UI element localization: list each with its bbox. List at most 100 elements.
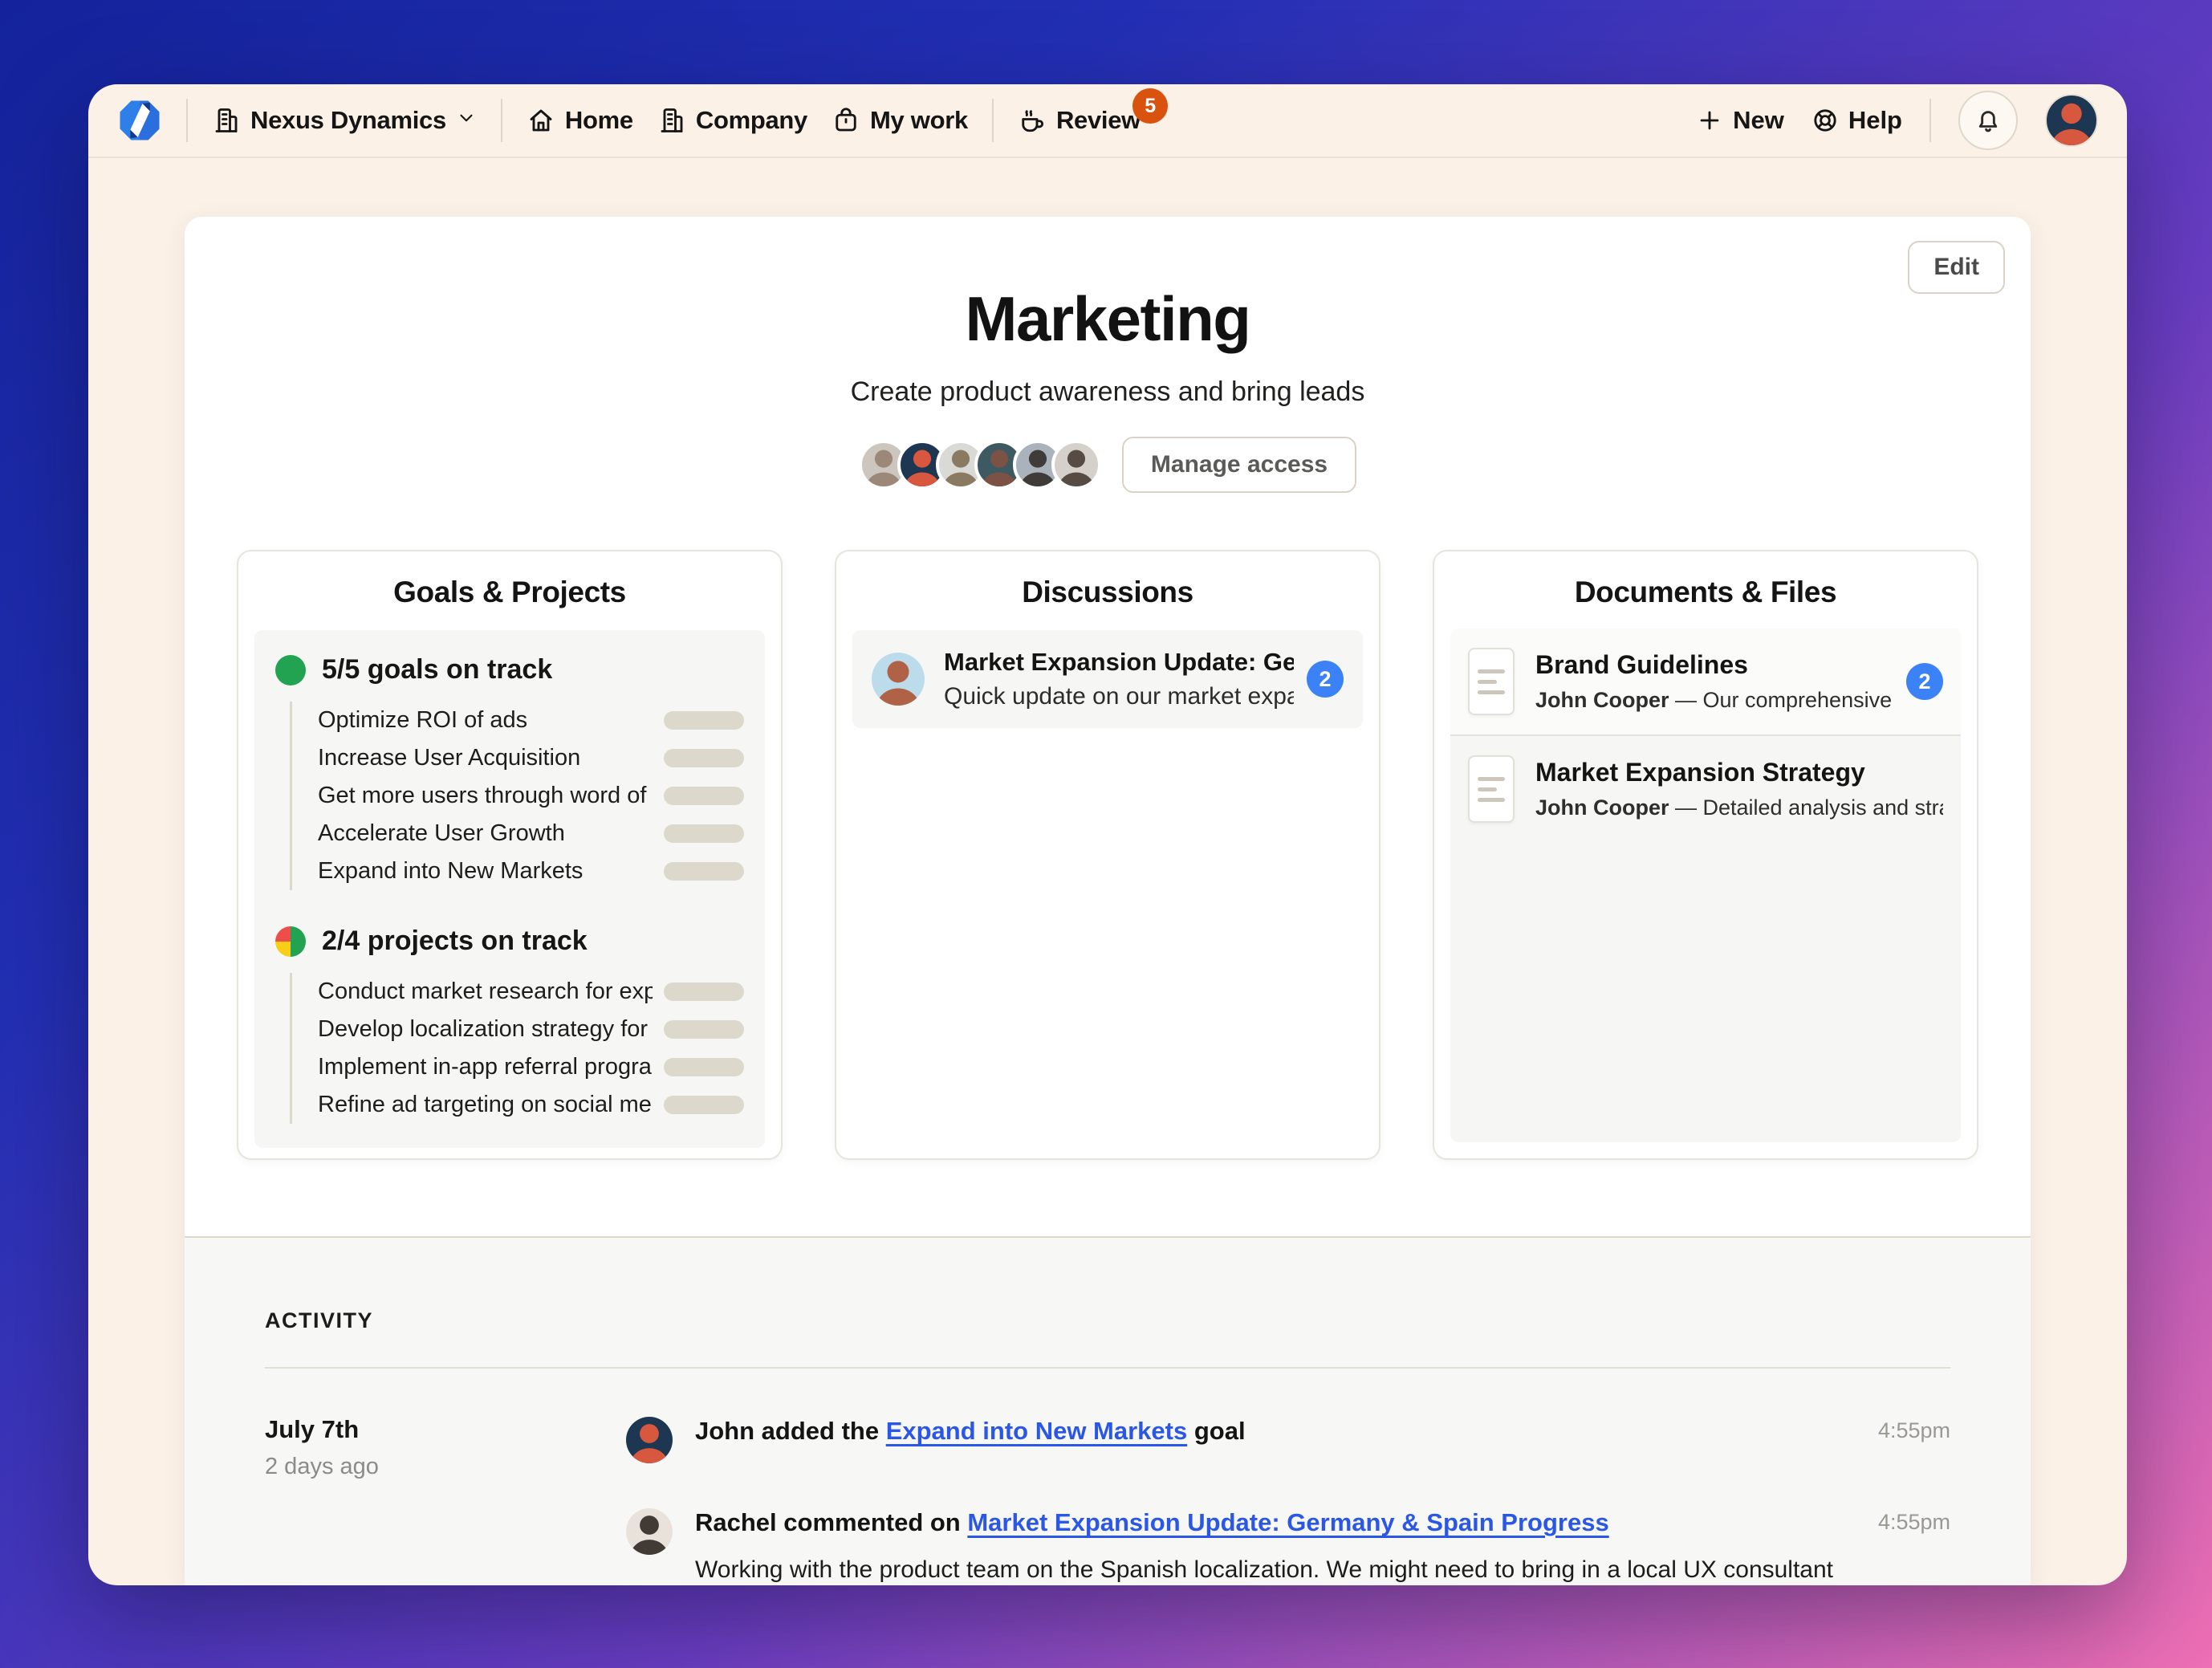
activity-item: Rachel commented on Market Expansion Upd… xyxy=(626,1507,1950,1585)
goal-row[interactable]: Expand into New Markets xyxy=(318,852,744,890)
progress-bar xyxy=(664,824,744,843)
project-label: Implement in-app referral program wit... xyxy=(318,1054,653,1080)
goal-row[interactable]: Accelerate User Growth xyxy=(318,815,744,852)
nav-divider xyxy=(501,99,502,142)
project-label: Develop localization strategy for Span..… xyxy=(318,1016,653,1043)
activity-divider xyxy=(265,1367,1950,1369)
activity-header: ACTIVITY xyxy=(265,1308,1950,1333)
document-item[interactable]: Brand Guidelines John Cooper — Our compr… xyxy=(1450,629,1961,736)
activity-link[interactable]: Market Expansion Update: Germany & Spain… xyxy=(967,1508,1608,1536)
nav-divider xyxy=(186,99,188,142)
goals-projects-title: Goals & Projects xyxy=(238,551,781,609)
review-count-badge: 5 xyxy=(1132,88,1168,124)
top-nav: Nexus Dynamics Home Company xyxy=(88,84,2127,158)
goal-row[interactable]: Optimize ROI of ads xyxy=(318,702,744,739)
discussion-title: Market Expansion Update: Germany & ... xyxy=(944,648,1294,677)
document-item[interactable]: Market Expansion Strategy John Cooper — … xyxy=(1450,736,1961,842)
edit-button[interactable]: Edit xyxy=(1908,241,2005,294)
discussions-card: Discussions Market Expansion Update: Ger… xyxy=(835,550,1380,1160)
projects-list: Conduct market research for expansi... D… xyxy=(290,973,744,1124)
new-label: New xyxy=(1733,106,1784,135)
activity-text: Rachel commented on Market Expansion Upd… xyxy=(695,1507,1854,1539)
activity-item: John added the Expand into New Markets g… xyxy=(626,1415,1950,1463)
projects-summary-row: 2/4 projects on track xyxy=(275,926,744,957)
bell-icon xyxy=(1974,106,2003,135)
nav-item-review[interactable]: Review 5 xyxy=(1018,106,1141,135)
nav-item-company[interactable]: Company xyxy=(657,106,807,135)
lifebuoy-icon xyxy=(1811,107,1839,134)
projects-summary-label: 2/4 projects on track xyxy=(322,926,588,957)
document-author: John Cooper xyxy=(1535,795,1669,820)
goals-panel: 5/5 goals on track Optimize ROI of ads I… xyxy=(254,630,765,1148)
user-avatar[interactable] xyxy=(2045,94,2098,147)
project-label: Refine ad targeting on social media pl..… xyxy=(318,1092,653,1118)
help-label: Help xyxy=(1848,106,1902,135)
activity-prefix: John added the xyxy=(695,1417,886,1445)
discussion-item[interactable]: Market Expansion Update: Germany & ... Q… xyxy=(852,630,1363,728)
org-switcher[interactable]: Nexus Dynamics xyxy=(212,106,477,135)
project-row[interactable]: Implement in-app referral program wit... xyxy=(318,1048,744,1086)
pie-status-icon xyxy=(275,926,306,957)
activity-suffix: goal xyxy=(1187,1417,1245,1445)
member-avatar[interactable] xyxy=(1051,440,1101,490)
activity-date-relative: 2 days ago xyxy=(265,1454,626,1480)
progress-bar xyxy=(664,787,744,805)
actor-avatar xyxy=(626,1508,673,1555)
project-row[interactable]: Develop localization strategy for Span..… xyxy=(318,1011,744,1048)
documents-title: Documents & Files xyxy=(1434,551,1977,609)
project-row[interactable]: Conduct market research for expansi... xyxy=(318,973,744,1011)
document-author: John Cooper xyxy=(1535,688,1669,712)
goal-label: Increase User Acquisition xyxy=(318,745,580,771)
progress-bar xyxy=(664,749,744,767)
org-name: Nexus Dynamics xyxy=(250,106,446,135)
progress-bar xyxy=(664,982,744,1001)
progress-bar xyxy=(664,1020,744,1039)
activity-link[interactable]: Expand into New Markets xyxy=(886,1417,1188,1445)
document-icon xyxy=(1468,755,1515,823)
new-button[interactable]: New xyxy=(1696,106,1784,135)
home-icon xyxy=(527,106,555,135)
nav-item-home[interactable]: Home xyxy=(527,106,633,135)
progress-bar xyxy=(664,1058,744,1076)
activity-prefix: Rachel commented on xyxy=(695,1508,967,1536)
coffee-icon xyxy=(1018,106,1047,135)
nav-label: My work xyxy=(870,106,968,135)
discussion-author-avatar xyxy=(872,653,925,706)
nav-divider xyxy=(1929,99,1931,142)
goal-row[interactable]: Get more users through word of mouth xyxy=(318,777,744,815)
goals-summary-label: 5/5 goals on track xyxy=(322,654,552,686)
activity-time: 4:55pm xyxy=(1878,1510,1950,1535)
app-window: Nexus Dynamics Home Company xyxy=(88,84,2127,1585)
nav-label: Review xyxy=(1056,106,1141,135)
building-icon xyxy=(657,106,686,135)
project-row[interactable]: Refine ad targeting on social media pl..… xyxy=(318,1086,744,1124)
activity-time: 4:55pm xyxy=(1878,1418,1950,1443)
page-title: Marketing xyxy=(185,283,2031,356)
documents-card: Documents & Files Brand Guidelines John … xyxy=(1433,550,1978,1160)
goal-row[interactable]: Increase User Acquisition xyxy=(318,739,744,777)
notifications-button[interactable] xyxy=(1958,91,2018,150)
comment-count-badge: 2 xyxy=(1307,661,1344,698)
document-title: Brand Guidelines xyxy=(1535,650,1893,680)
manage-access-button[interactable]: Manage access xyxy=(1122,437,1356,493)
comment-count-badge: 2 xyxy=(1906,663,1943,700)
activity-comment: Working with the product team on the Spa… xyxy=(695,1552,1854,1585)
progress-bar xyxy=(664,862,744,881)
document-desc: — Detailed analysis and strategy for ent… xyxy=(1669,795,1944,820)
members-row: Manage access xyxy=(185,437,2031,493)
document-meta: John Cooper — Detailed analysis and stra… xyxy=(1535,795,1943,820)
nav-item-my-work[interactable]: My work xyxy=(832,106,968,135)
actor-avatar xyxy=(626,1417,673,1463)
goals-summary-row: 5/5 goals on track xyxy=(275,654,744,686)
activity-date: July 7th xyxy=(265,1415,626,1444)
bag-icon xyxy=(832,106,860,135)
nav-label: Home xyxy=(565,106,633,135)
document-icon xyxy=(1468,648,1515,715)
discussions-title: Discussions xyxy=(836,551,1379,609)
help-button[interactable]: Help xyxy=(1811,106,1902,135)
goal-label: Get more users through word of mouth xyxy=(318,783,653,809)
app-logo-icon[interactable] xyxy=(117,98,162,143)
goals-projects-card: Goals & Projects 5/5 goals on track Opti… xyxy=(237,550,783,1160)
chevron-down-icon xyxy=(456,106,477,135)
document-title: Market Expansion Strategy xyxy=(1535,758,1943,787)
